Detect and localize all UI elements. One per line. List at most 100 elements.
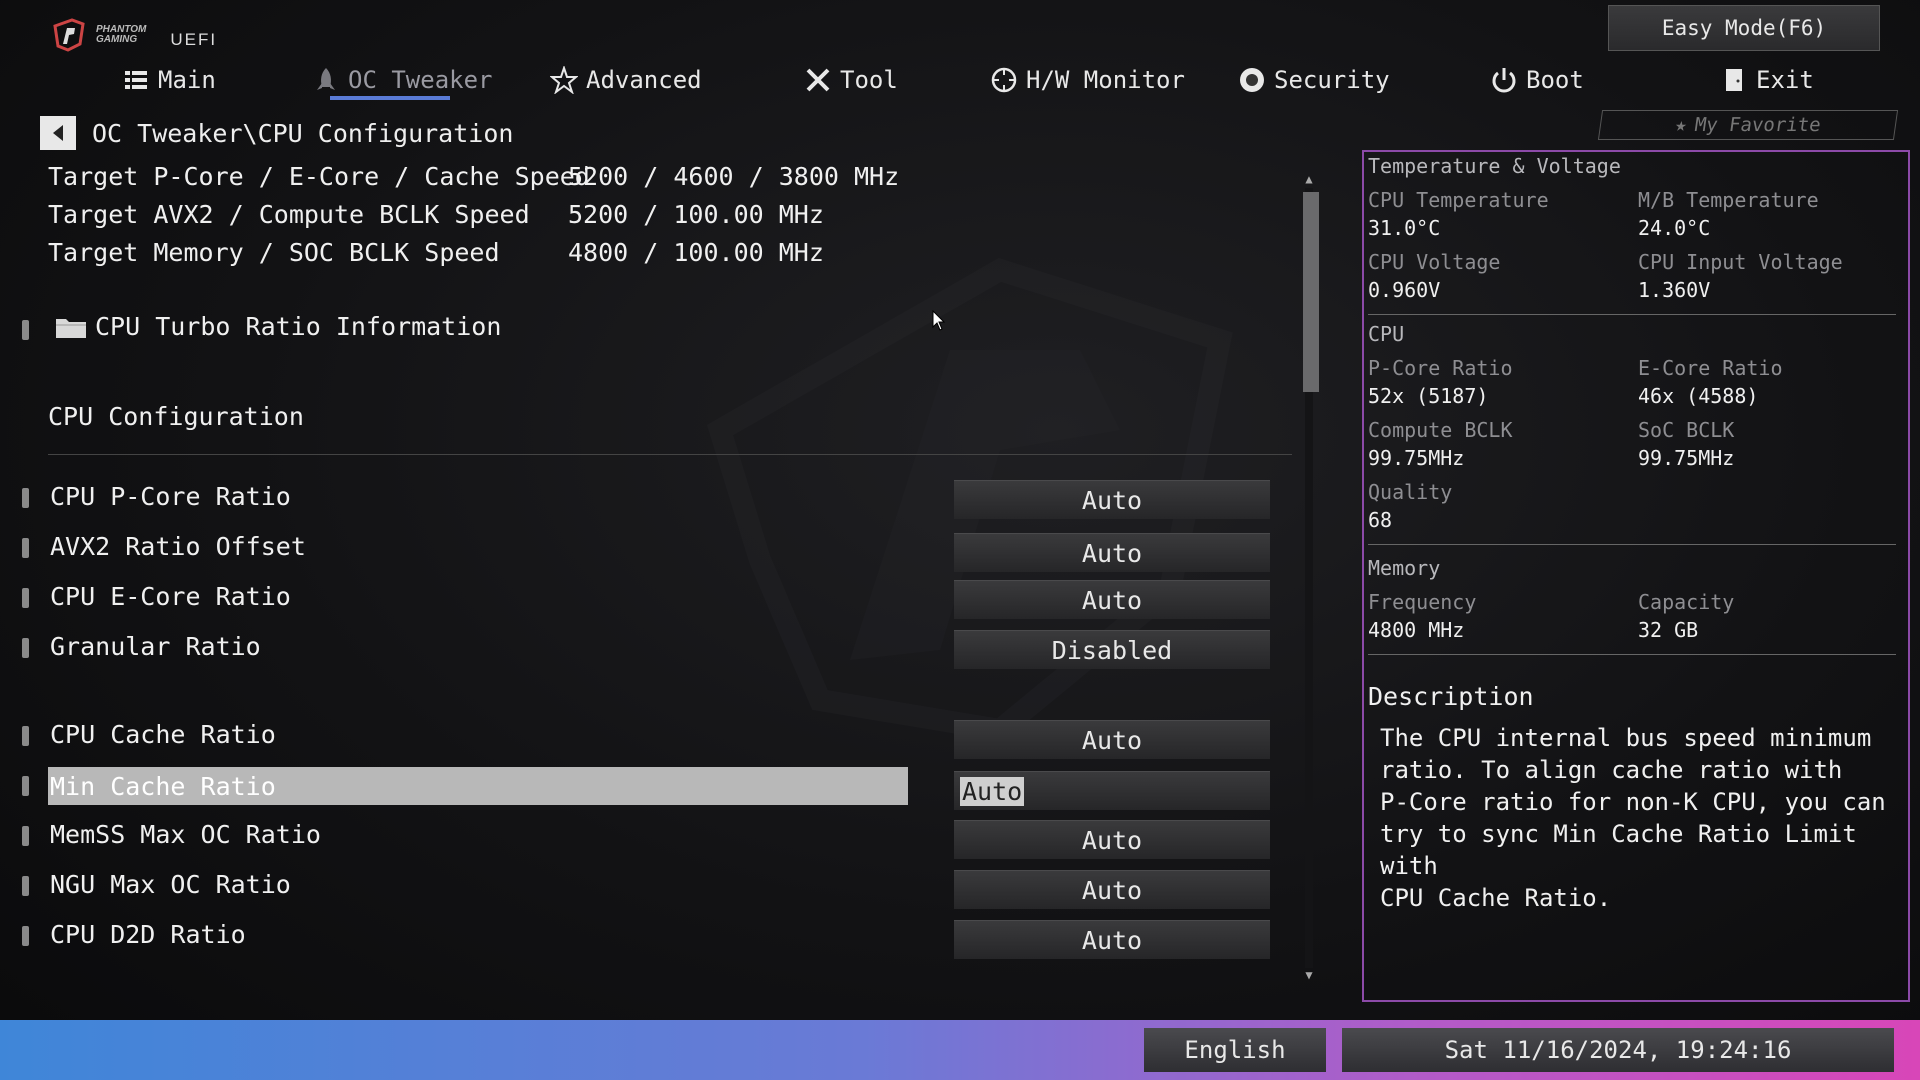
language-button[interactable]: English — [1144, 1028, 1326, 1072]
tab-main[interactable]: Main — [122, 58, 216, 102]
item-bullet — [22, 538, 29, 558]
mb-temp-value: 24.0°C — [1638, 216, 1711, 240]
info-value: 5200 / 100.00 MHz — [568, 200, 824, 229]
option-label-min-cache-ratio[interactable]: Min Cache Ratio — [48, 767, 908, 805]
easy-mode-button[interactable]: Easy Mode(F6) — [1608, 5, 1880, 51]
item-bullet — [22, 488, 29, 508]
item-bullet — [22, 876, 29, 896]
capacity-value: 32 GB — [1638, 618, 1699, 642]
tab-label: Tool — [840, 66, 898, 94]
tab-hw-monitor[interactable]: H/W Monitor — [990, 58, 1185, 102]
capacity-label: Capacity — [1638, 590, 1735, 614]
tab-advanced[interactable]: Advanced — [550, 58, 702, 102]
mouse-cursor-icon — [932, 310, 946, 331]
temp-voltage-title: Temperature & Voltage — [1368, 154, 1621, 178]
option-value-granular-ratio[interactable]: Disabled — [954, 630, 1270, 669]
ecore-ratio-value: 46x (4588) — [1638, 384, 1759, 408]
hardware-info-panel: Temperature & Voltage CPU Temperature 31… — [1362, 150, 1910, 1002]
option-value-cpu-p-core-ratio[interactable]: Auto — [954, 480, 1270, 519]
option-value-cpu-cache-ratio[interactable]: Auto — [954, 720, 1270, 759]
panel-divider — [1368, 314, 1896, 315]
option-label-granular-ratio[interactable]: Granular Ratio — [50, 632, 261, 661]
scroll-up-arrow-icon[interactable]: ▲ — [1302, 172, 1316, 186]
item-bullet — [22, 726, 29, 746]
star-icon: ★ — [1673, 114, 1689, 136]
tab-security[interactable]: Security — [1238, 58, 1390, 102]
uefi-label: UEFI — [170, 30, 218, 49]
submenu-cpu-turbo-ratio[interactable]: CPU Turbo Ratio Information — [55, 312, 501, 341]
tab-tool[interactable]: Tool — [804, 58, 898, 102]
item-bullet — [22, 776, 29, 796]
item-bullet — [22, 926, 29, 946]
option-label-cpu-p-core-ratio[interactable]: CPU P-Core Ratio — [50, 482, 291, 511]
power-icon — [1492, 68, 1516, 93]
tab-label: Advanced — [586, 66, 702, 94]
brand-logo: PHANTOM GAMING UEFI — [52, 18, 217, 52]
option-value-ngu-max-oc-ratio[interactable]: Auto — [954, 870, 1270, 909]
item-bullet — [22, 826, 29, 846]
info-label: Target AVX2 / Compute BCLK Speed — [48, 200, 530, 229]
active-tab-indicator — [330, 96, 450, 100]
list-icon — [125, 71, 147, 89]
option-label-memss-max-oc-ratio[interactable]: MemSS Max OC Ratio — [50, 820, 321, 849]
section-title: CPU Configuration — [48, 402, 304, 431]
tab-exit[interactable]: Exit — [1720, 58, 1814, 102]
option-label-avx2-ratio-offset[interactable]: AVX2 Ratio Offset — [50, 532, 306, 561]
option-label-cpu-d2d-ratio[interactable]: CPU D2D Ratio — [50, 920, 246, 949]
cpu-temp-value: 31.0°C — [1368, 216, 1441, 240]
quality-label: Quality — [1368, 480, 1453, 504]
phantom-gaming-logo-icon — [53, 18, 85, 52]
item-bullet — [22, 588, 29, 608]
cpu-voltage-label: CPU Voltage — [1368, 250, 1501, 274]
tab-label: H/W Monitor — [1026, 66, 1185, 94]
option-value-text: Auto — [960, 776, 1025, 806]
info-value: 4800 / 100.00 MHz — [568, 238, 824, 267]
memory-title: Memory — [1368, 556, 1441, 580]
item-bullet — [22, 638, 29, 658]
item-bullet — [22, 320, 29, 340]
option-value-cpu-d2d-ratio[interactable]: Auto — [954, 920, 1270, 959]
cpu-temp-label: CPU Temperature — [1368, 188, 1549, 212]
compute-bclk-value: 99.75MHz — [1368, 446, 1465, 470]
description-text: The CPU internal bus speed minimum ratio… — [1380, 724, 1886, 912]
datetime-display[interactable]: Sat 11/16/2024, 19:24:16 — [1342, 1028, 1894, 1072]
ecore-ratio-label: E-Core Ratio — [1638, 356, 1783, 380]
option-value-avx2-ratio-offset[interactable]: Auto — [954, 533, 1270, 572]
description-title: Description — [1368, 682, 1534, 711]
frequency-label: Frequency — [1368, 590, 1477, 614]
option-label-cpu-e-core-ratio[interactable]: CPU E-Core Ratio — [50, 582, 291, 611]
mb-temp-label: M/B Temperature — [1638, 188, 1819, 212]
rocket-icon — [317, 68, 335, 90]
compute-bclk-label: Compute BCLK — [1368, 418, 1513, 442]
cpu-title: CPU — [1368, 322, 1405, 346]
options-scrollbar[interactable]: ▲ ▼ — [1302, 172, 1319, 984]
option-label-ngu-max-oc-ratio[interactable]: NGU Max OC Ratio — [50, 870, 291, 899]
folder-icon — [56, 318, 86, 338]
option-value-memss-max-oc-ratio[interactable]: Auto — [954, 820, 1270, 859]
star-icon — [550, 66, 578, 94]
cpu-input-voltage-label: CPU Input Voltage — [1638, 250, 1843, 274]
tab-boot[interactable]: Boot — [1490, 58, 1584, 102]
option-label-cpu-cache-ratio[interactable]: CPU Cache Ratio — [50, 720, 276, 749]
tab-label: Exit — [1756, 66, 1814, 94]
exit-door-icon — [1726, 69, 1742, 91]
favorite-label: My Favorite — [1693, 114, 1823, 136]
cpu-input-voltage-value: 1.360V — [1638, 278, 1711, 302]
quality-value: 68 — [1368, 508, 1393, 532]
section-divider — [48, 454, 1292, 455]
option-value-cpu-e-core-ratio[interactable]: Auto — [954, 580, 1270, 619]
frequency-value: 4800 MHz — [1368, 618, 1465, 642]
my-favorite-button[interactable]: ★ My Favorite — [1597, 110, 1899, 140]
tab-label: Main — [158, 66, 216, 94]
brand-name: PHANTOM GAMING — [96, 24, 147, 45]
back-button[interactable] — [40, 116, 76, 150]
soc-bclk-value: 99.75MHz — [1638, 446, 1735, 470]
info-label: Target Memory / SOC BCLK Speed — [48, 238, 500, 267]
back-arrow-icon — [53, 125, 63, 141]
tab-label: Security — [1274, 66, 1390, 94]
pcore-ratio-value: 52x (5187) — [1368, 384, 1489, 408]
option-value-min-cache-ratio[interactable]: Auto — [954, 771, 1270, 810]
tab-label: Boot — [1526, 66, 1584, 94]
scroll-down-arrow-icon[interactable]: ▼ — [1302, 968, 1316, 982]
scroll-thumb[interactable] — [1303, 192, 1319, 392]
